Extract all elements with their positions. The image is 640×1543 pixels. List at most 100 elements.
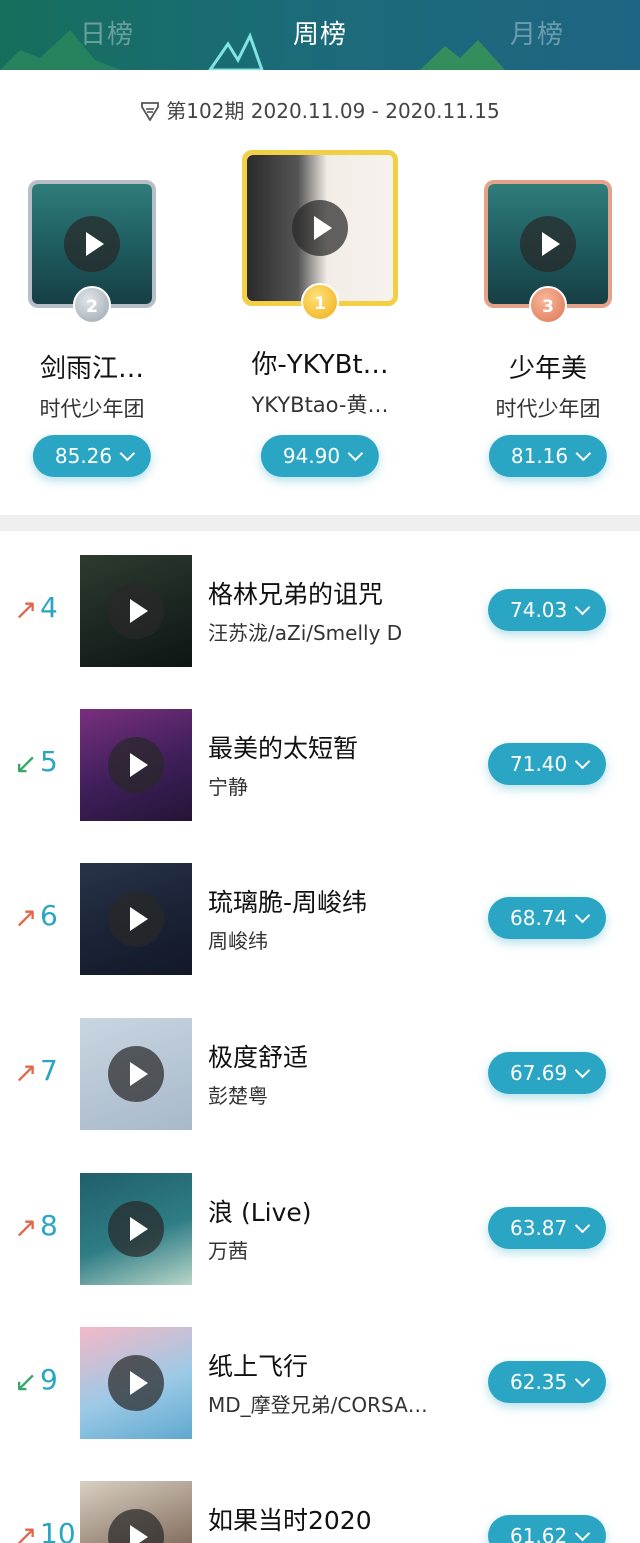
song-artist: 宁静 (208, 775, 248, 799)
chevron-down-icon (119, 445, 136, 462)
rank-number: 5 (40, 745, 58, 778)
gold-medal-icon: 1 (301, 283, 339, 321)
play-icon[interactable] (108, 1509, 164, 1543)
album-cover[interactable]: 1 (242, 150, 398, 321)
play-icon[interactable] (108, 1355, 164, 1411)
chevron-down-icon (574, 907, 591, 924)
trend-up-icon: ↗ (14, 1056, 38, 1089)
song-artist: 彭楚粤 (208, 1084, 268, 1108)
list-item[interactable]: ↙ 5 最美的太短暂 宁静 71.40 (0, 709, 640, 821)
score-button[interactable]: 68.74 (488, 897, 607, 939)
period-text: 第102期 2020.11.09 - 2020.11.15 (166, 99, 500, 123)
play-icon[interactable] (108, 583, 164, 639)
chevron-down-icon (347, 445, 364, 462)
score-value: 68.74 (510, 906, 568, 930)
song-artist: 周峻纬 (208, 929, 268, 953)
rank-number: 6 (40, 899, 58, 932)
trend-up-icon: ↗ (14, 593, 38, 626)
album-cover[interactable] (80, 1018, 192, 1130)
album-cover[interactable] (80, 555, 192, 667)
song-title: 极度舒适 (208, 1043, 309, 1072)
play-icon[interactable] (108, 891, 164, 947)
score-button[interactable]: 81.16 (488, 435, 608, 477)
score-value: 67.69 (510, 1061, 568, 1085)
chevron-down-icon (574, 599, 591, 616)
song-title: 如果当时2020 (208, 1506, 372, 1535)
list-item[interactable]: ↙ 9 纸上飞行 MD_摩登兄弟/CORSA… 62.35 (0, 1327, 640, 1439)
trend-up-icon: ↗ (14, 1519, 38, 1543)
score-value: 71.40 (510, 752, 568, 776)
silver-medal-icon: 2 (73, 286, 111, 324)
trend-up-icon: ↗ (14, 901, 38, 934)
song-artist: 时代少年团 (39, 397, 145, 421)
score-button[interactable]: 85.26 (32, 435, 152, 477)
play-icon[interactable] (292, 200, 348, 256)
song-title: 格林兄弟的诅咒 (208, 580, 384, 609)
score-value: 61.62 (510, 1524, 568, 1543)
score-value: 94.90 (282, 444, 341, 468)
song-title: 琉璃脆-周峻纬 (208, 888, 368, 917)
chevron-down-icon (574, 753, 591, 770)
song-title: 少年美 (508, 354, 587, 384)
podium-item-rank-2[interactable]: 2 剑雨江… 时代少年团 85.26 (0, 180, 187, 477)
list-item[interactable]: ↗ 4 格林兄弟的诅咒 汪苏泷/aZi/Smelly D 74.03 (0, 555, 640, 667)
score-button[interactable]: 61.62 (488, 1515, 607, 1543)
podium-item-rank-3[interactable]: 3 少年美 时代少年团 81.16 (453, 180, 640, 477)
podium-item-rank-1[interactable]: 1 你-YKYBt… YKYBtao-黄… 94.90 (225, 150, 415, 477)
chevron-down-icon (574, 1525, 591, 1542)
song-title: 最美的太短暂 (208, 734, 359, 763)
list-item[interactable]: ↗ 7 极度舒适 彭楚粤 67.69 (0, 1018, 640, 1130)
score-value: 62.35 (510, 1370, 568, 1394)
song-artist: MD_摩登兄弟/CORSA… (208, 1393, 428, 1417)
score-value: 74.03 (510, 598, 568, 622)
score-button[interactable]: 63.87 (488, 1207, 607, 1249)
chart-period: 第102期 2020.11.09 - 2020.11.15 (0, 95, 640, 126)
bronze-medal-icon: 3 (529, 286, 567, 324)
score-button[interactable]: 67.69 (488, 1052, 607, 1094)
list-item[interactable]: ↗ 6 琉璃脆-周峻纬 周峻纬 68.74 (0, 863, 640, 975)
song-artist: 时代少年团 (495, 397, 601, 421)
chevron-down-icon (575, 445, 592, 462)
play-icon[interactable] (108, 737, 164, 793)
section-divider (0, 515, 640, 531)
list-item[interactable]: ↗ 10 如果当时2020 61.62 (0, 1481, 640, 1543)
album-cover[interactable] (80, 1481, 192, 1543)
tab-monthly[interactable]: 月榜 (477, 14, 597, 51)
album-cover[interactable]: 3 (484, 180, 612, 324)
score-value: 85.26 (54, 444, 113, 468)
score-button[interactable]: 94.90 (260, 435, 380, 477)
rank-number: 8 (40, 1209, 58, 1242)
song-title: 纸上飞行 (208, 1352, 309, 1381)
score-button[interactable]: 74.03 (488, 589, 607, 631)
song-title: 你-YKYBt… (251, 350, 389, 380)
chevron-down-icon (574, 1062, 591, 1079)
chevron-down-icon (574, 1217, 591, 1234)
album-cover[interactable] (80, 709, 192, 821)
list-item[interactable]: ↗ 8 浪 (Live) 万茜 63.87 (0, 1173, 640, 1285)
play-icon[interactable] (64, 216, 120, 272)
album-cover[interactable]: 2 (28, 180, 156, 324)
song-artist: 汪苏泷/aZi/Smelly D (208, 621, 403, 645)
rank-number: 7 (40, 1054, 58, 1087)
tab-weekly[interactable]: 周榜 (260, 14, 380, 51)
score-button[interactable]: 71.40 (488, 743, 607, 785)
rank-number: 9 (40, 1363, 58, 1396)
trend-up-icon: ↗ (14, 1211, 38, 1244)
album-cover[interactable] (80, 863, 192, 975)
play-icon[interactable] (108, 1046, 164, 1102)
rank-number: 4 (40, 591, 58, 624)
album-cover[interactable] (80, 1327, 192, 1439)
play-icon[interactable] (108, 1201, 164, 1257)
trend-down-icon: ↙ (14, 1365, 38, 1398)
score-button[interactable]: 62.35 (488, 1361, 607, 1403)
calendar-icon (140, 101, 160, 126)
song-title: 浪 (Live) (208, 1198, 312, 1227)
rank-number: 10 (40, 1517, 76, 1543)
song-artist: 万茜 (208, 1239, 248, 1263)
song-artist: YKYBtao-黄… (251, 393, 389, 417)
chart-period-tabs: 日榜 周榜 月榜 (0, 0, 640, 70)
album-cover[interactable] (80, 1173, 192, 1285)
play-icon[interactable] (520, 216, 576, 272)
tab-daily[interactable]: 日榜 (47, 14, 167, 51)
chevron-down-icon (574, 1371, 591, 1388)
